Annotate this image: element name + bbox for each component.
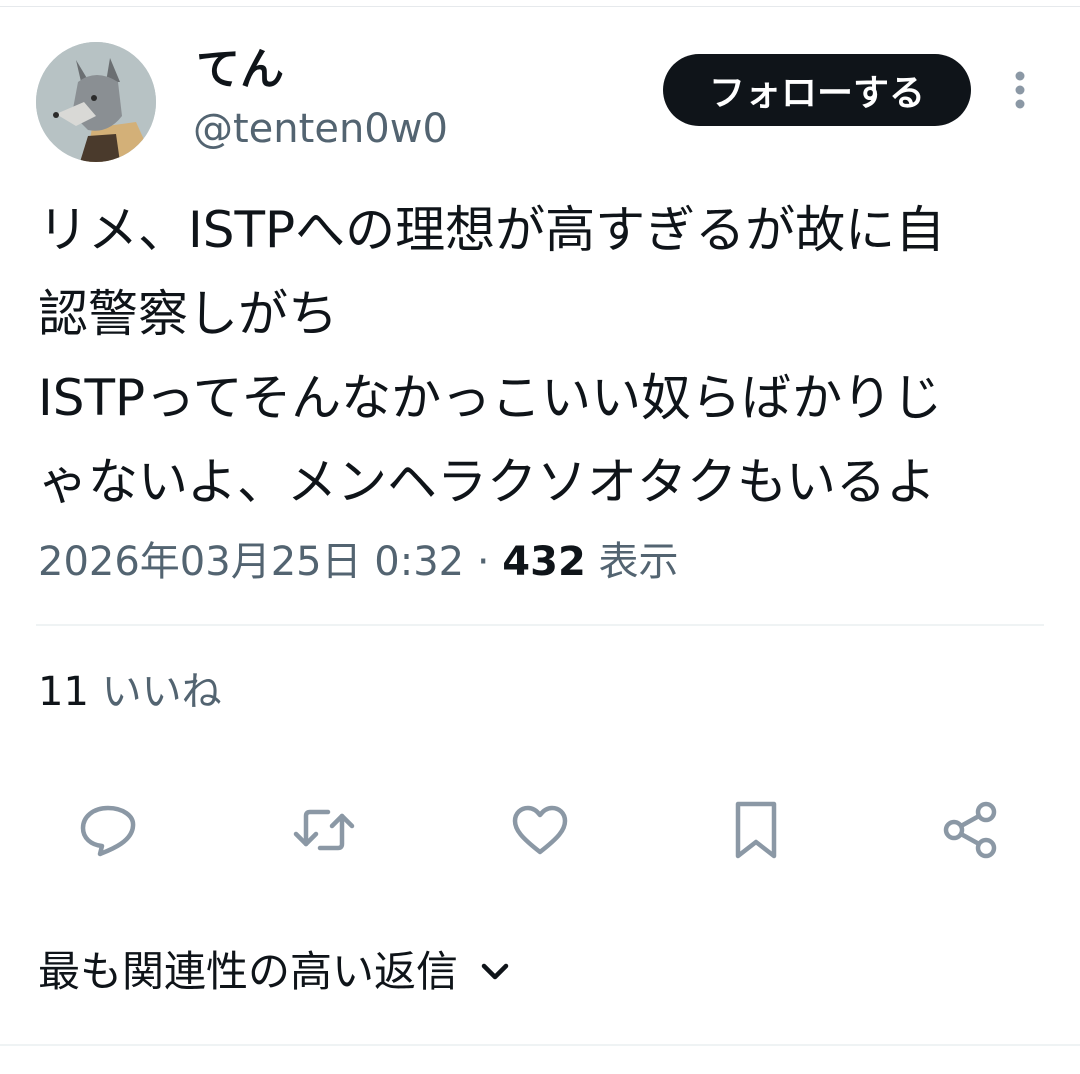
share-button[interactable] xyxy=(938,798,1002,862)
likes-count: 11 xyxy=(38,669,89,715)
author-handle[interactable]: @tenten0w0 xyxy=(193,105,448,153)
more-vertical-icon xyxy=(1015,71,1025,109)
tweet-text-line: リメ、ISTPへの理想が高すぎるが故に自 xyxy=(38,201,946,259)
bottom-divider xyxy=(0,1044,1080,1046)
divider xyxy=(36,624,1044,626)
replies-sort-selector[interactable]: 最も関連性の高い返信 xyxy=(38,944,510,1000)
replies-sort-label: 最も関連性の高い返信 xyxy=(38,947,459,996)
action-bar xyxy=(0,790,1080,870)
heart-icon xyxy=(512,805,568,855)
views-label: 表示 xyxy=(598,539,679,585)
share-icon xyxy=(943,801,997,859)
wolf-avatar-image xyxy=(36,42,156,162)
bookmark-icon xyxy=(735,801,777,859)
avatar[interactable] xyxy=(36,42,156,162)
tweet-text: リメ、ISTPへの理想が高すぎるが故に自 認警察しがち ISTPってそんなかっこ… xyxy=(38,188,1048,524)
retweet-arrows-icon xyxy=(293,809,355,851)
reply-button[interactable] xyxy=(76,798,140,862)
retweet-button[interactable] xyxy=(292,798,356,862)
tweet-text-line: ゃないよ、メンヘラクソオタクもいるよ xyxy=(38,453,936,511)
likes-summary[interactable]: 11 いいね xyxy=(38,666,222,718)
author-display-name[interactable]: てん xyxy=(196,42,284,98)
bookmark-button[interactable] xyxy=(724,798,788,862)
like-button[interactable] xyxy=(508,798,572,862)
tweet-timestamp[interactable]: 2026年03月25日 0:32 xyxy=(38,539,464,585)
follow-button[interactable]: フォローする xyxy=(663,54,971,126)
tweet-meta: 2026年03月25日 0:32 · 432 表示 xyxy=(38,534,679,590)
tweet-text-line: ISTPってそんなかっこいい奴らばかりじ xyxy=(38,369,943,427)
meta-separator: · xyxy=(476,539,490,585)
top-divider xyxy=(0,6,1080,7)
chevron-down-icon xyxy=(480,962,510,982)
views-count: 432 xyxy=(502,539,586,585)
tweet-text-line: 認警察しがち xyxy=(38,285,338,343)
more-options-button[interactable] xyxy=(1001,66,1039,114)
speech-bubble-icon xyxy=(80,805,136,857)
likes-label: いいね xyxy=(101,669,222,715)
